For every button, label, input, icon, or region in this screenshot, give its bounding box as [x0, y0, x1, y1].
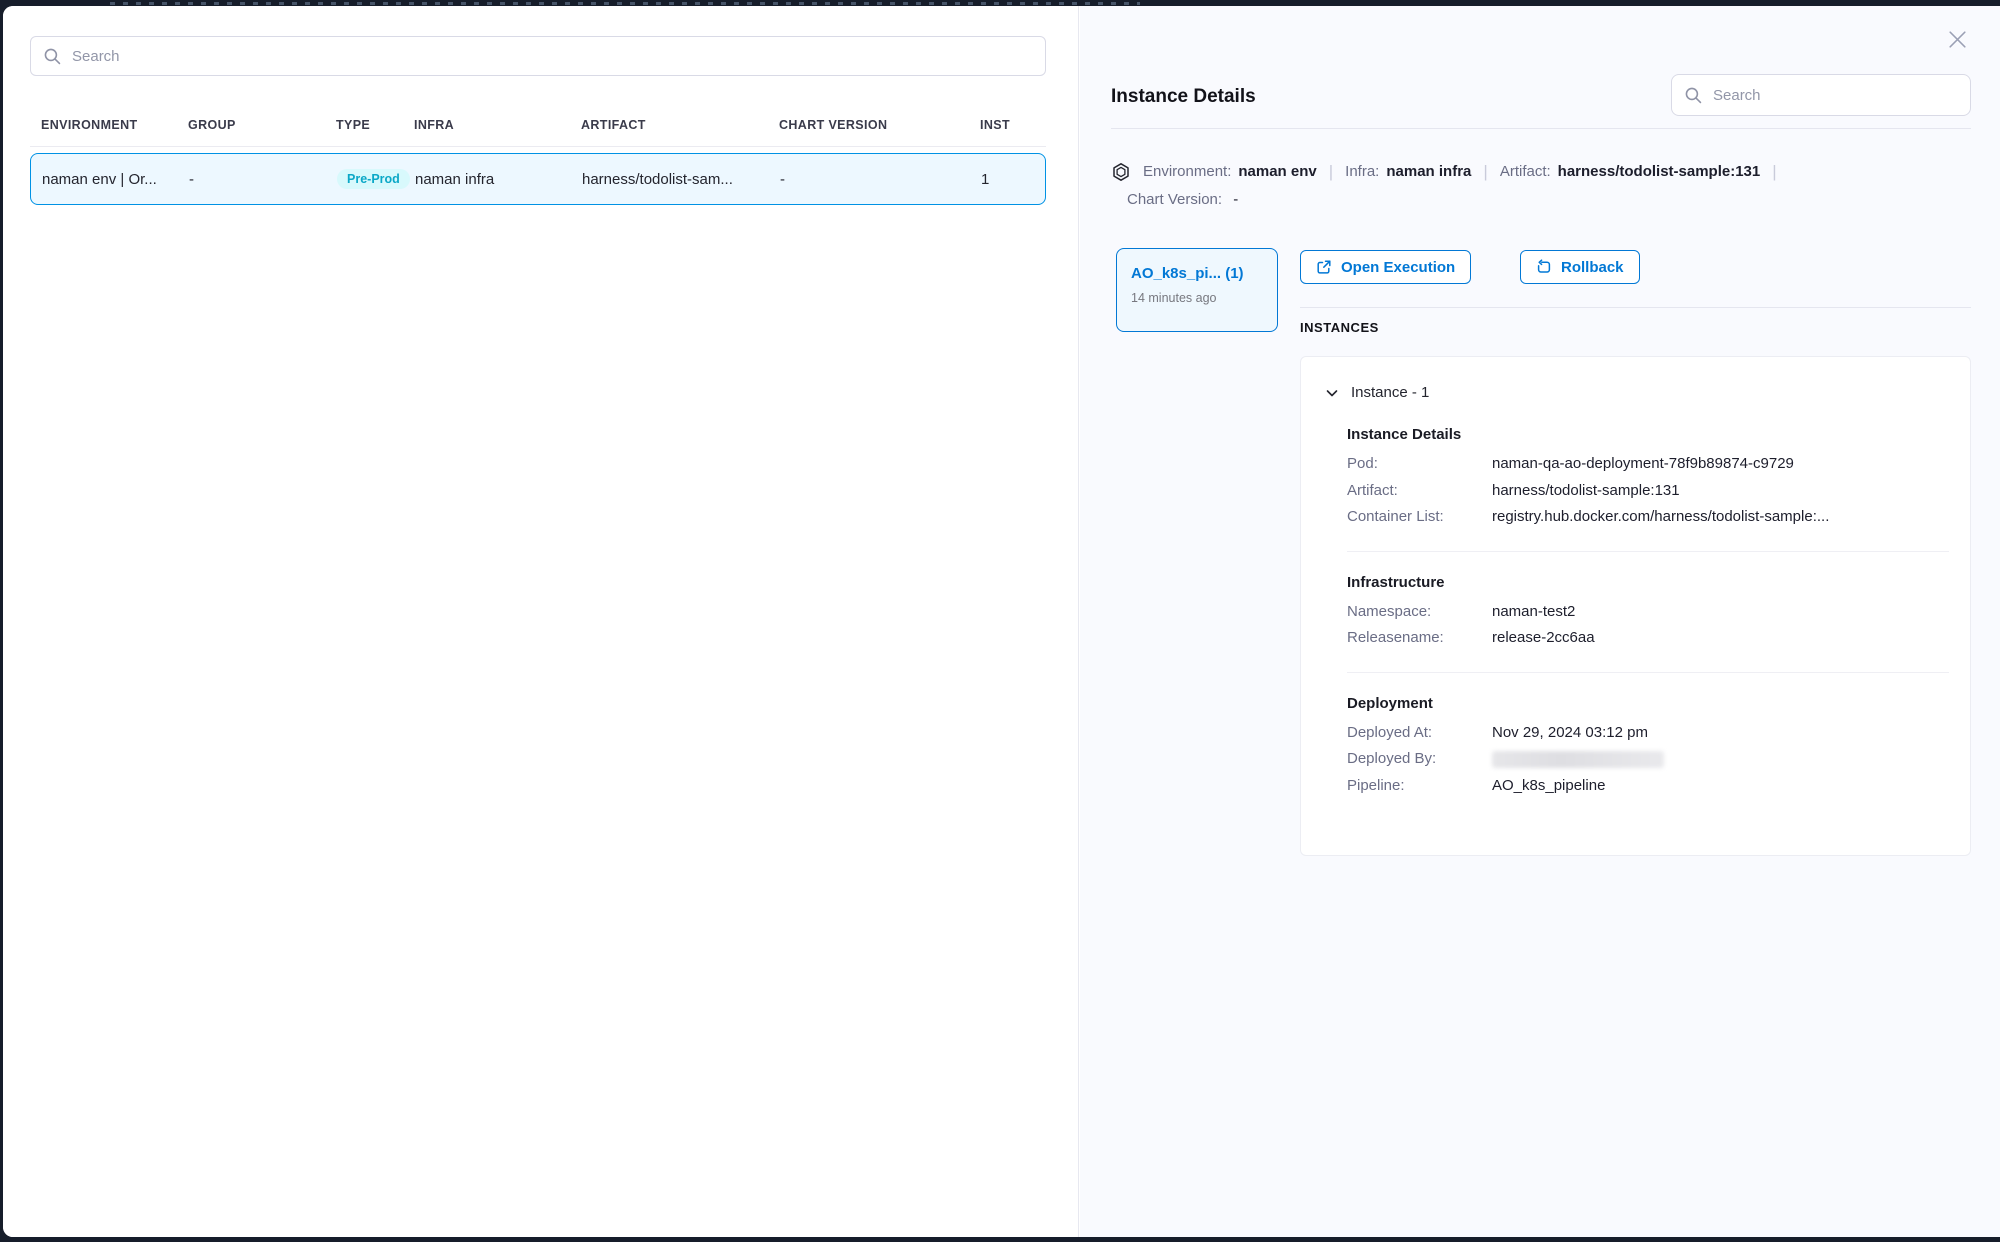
rollback-icon	[1536, 259, 1552, 275]
open-execution-button[interactable]: Open Execution	[1300, 250, 1471, 284]
kv-row-artifact: Artifact: harness/todolist-sample:131	[1347, 478, 1946, 505]
kv-label: Releasename:	[1347, 625, 1492, 652]
kv-value: naman-test2	[1492, 599, 1575, 626]
kv-row-namespace: Namespace: naman-test2	[1347, 599, 1946, 626]
column-header-chart-version: CHART VERSION	[779, 118, 980, 132]
table-header: ENVIRONMENT GROUP TYPE INFRA ARTIFACT CH…	[30, 110, 1046, 140]
rollback-button[interactable]: Rollback	[1520, 250, 1640, 284]
execution-card-time: 14 minutes ago	[1131, 291, 1263, 305]
instance-details-panel: Instance Details Environment: naman en	[1080, 6, 2000, 1237]
section-heading: Instance Details	[1347, 426, 1946, 443]
meta-separator: |	[1760, 158, 1788, 186]
kv-row-pod: Pod: naman-qa-ao-deployment-78f9b89874-c…	[1347, 451, 1946, 478]
cell-inst: 1	[981, 171, 1045, 188]
infra-label: Infra:	[1345, 158, 1379, 186]
external-link-icon	[1316, 259, 1332, 275]
section-instance-details: Instance Details Pod: naman-qa-ao-deploy…	[1347, 426, 1946, 531]
deployment-meta: Environment: naman env | Infra: naman in…	[1111, 158, 1971, 214]
header-divider	[1111, 128, 1971, 129]
column-header-type: TYPE	[336, 118, 414, 132]
infra-value: naman infra	[1386, 158, 1471, 186]
kv-value: AO_k8s_pipeline	[1492, 773, 1605, 800]
kv-row-releasename: Releasename: release-2cc6aa	[1347, 625, 1946, 652]
artifact-label: Artifact:	[1500, 158, 1551, 186]
env-type-badge: Pre-Prod	[337, 169, 410, 190]
column-header-group: GROUP	[188, 118, 336, 132]
deployments-search	[30, 36, 1046, 76]
column-header-inst: INST	[980, 118, 1046, 132]
column-header-infra: INFRA	[414, 118, 581, 132]
kv-value: harness/todolist-sample:131	[1492, 478, 1680, 505]
kv-label: Deployed At:	[1347, 720, 1492, 747]
rollback-label: Rollback	[1561, 259, 1624, 276]
kv-value: Nov 29, 2024 03:12 pm	[1492, 720, 1648, 747]
search-icon	[1684, 86, 1703, 105]
close-button[interactable]	[1942, 24, 1972, 54]
cell-chart-version: -	[780, 171, 981, 188]
cell-group: -	[189, 171, 337, 188]
redacted-value	[1492, 751, 1664, 768]
execution-card[interactable]: AO_k8s_pi... (1) 14 minutes ago	[1116, 248, 1278, 332]
instance-details-modal: ENVIRONMENT GROUP TYPE INFRA ARTIFACT CH…	[3, 6, 2000, 1237]
meta-separator: |	[1471, 158, 1499, 186]
kv-label: Pod:	[1347, 451, 1492, 478]
instance-collapse-toggle[interactable]: Instance - 1	[1324, 384, 1946, 401]
chevron-down-icon	[1324, 385, 1340, 401]
column-header-artifact: ARTIFACT	[581, 118, 779, 132]
section-infrastructure: Infrastructure Namespace: naman-test2 Re…	[1347, 574, 1946, 652]
cell-artifact: harness/todolist-sam...	[582, 171, 780, 188]
kv-row-deployed-at: Deployed At: Nov 29, 2024 03:12 pm	[1347, 720, 1946, 747]
instance-title: Instance - 1	[1351, 384, 1429, 401]
kv-value: release-2cc6aa	[1492, 625, 1595, 652]
kv-value: registry.hub.docker.com/harness/todolist…	[1492, 504, 1829, 531]
kv-label: Pipeline:	[1347, 773, 1492, 800]
table-header-divider	[30, 146, 1046, 147]
background-page-text-sliver	[110, 2, 1140, 5]
environment-value: naman env	[1238, 158, 1316, 186]
section-heading: Infrastructure	[1347, 574, 1946, 591]
open-execution-label: Open Execution	[1341, 259, 1455, 276]
instances-heading: INSTANCES	[1300, 320, 1379, 335]
instance-body: Instance Details Pod: naman-qa-ao-deploy…	[1324, 401, 1946, 799]
details-search	[1671, 74, 1971, 116]
chart-version-value: -	[1233, 191, 1238, 208]
column-header-environment: ENVIRONMENT	[41, 118, 188, 132]
environment-label: Environment:	[1143, 158, 1231, 186]
chart-version-label: Chart Version:	[1127, 191, 1222, 208]
search-icon	[43, 47, 62, 66]
kv-row-deployed-by: Deployed By:	[1347, 746, 1946, 773]
execution-card-title: AO_k8s_pi... (1)	[1131, 265, 1263, 282]
kv-label: Container List:	[1347, 504, 1492, 531]
table-row[interactable]: naman env | Or... - Pre-Prod naman infra…	[30, 153, 1046, 205]
details-search-input[interactable]	[1713, 87, 1958, 104]
kv-row-pipeline: Pipeline: AO_k8s_pipeline	[1347, 773, 1946, 800]
card-divider	[1347, 672, 1949, 673]
kv-label: Artifact:	[1347, 478, 1492, 505]
section-deployment: Deployment Deployed At: Nov 29, 2024 03:…	[1347, 695, 1946, 800]
section-heading: Deployment	[1347, 695, 1946, 712]
card-divider	[1347, 551, 1949, 552]
cell-type: Pre-Prod	[337, 169, 415, 190]
meta-separator: |	[1317, 158, 1345, 186]
deployments-list-panel: ENVIRONMENT GROUP TYPE INFRA ARTIFACT CH…	[3, 6, 1079, 1237]
kv-label: Deployed By:	[1347, 746, 1492, 773]
environment-icon	[1111, 162, 1131, 182]
close-icon	[1944, 26, 1971, 53]
cell-infra: naman infra	[415, 171, 582, 188]
kv-label: Namespace:	[1347, 599, 1492, 626]
artifact-value: harness/todolist-sample:131	[1558, 158, 1761, 186]
kv-row-container-list: Container List: registry.hub.docker.com/…	[1347, 504, 1946, 531]
section-divider	[1300, 307, 1971, 308]
kv-value: naman-qa-ao-deployment-78f9b89874-c9729	[1492, 451, 1794, 478]
page-title: Instance Details	[1111, 86, 1256, 108]
instance-card: Instance - 1 Instance Details Pod: naman…	[1300, 356, 1971, 856]
cell-environment: naman env | Or...	[42, 171, 189, 188]
deployments-search-input[interactable]	[72, 48, 1033, 65]
